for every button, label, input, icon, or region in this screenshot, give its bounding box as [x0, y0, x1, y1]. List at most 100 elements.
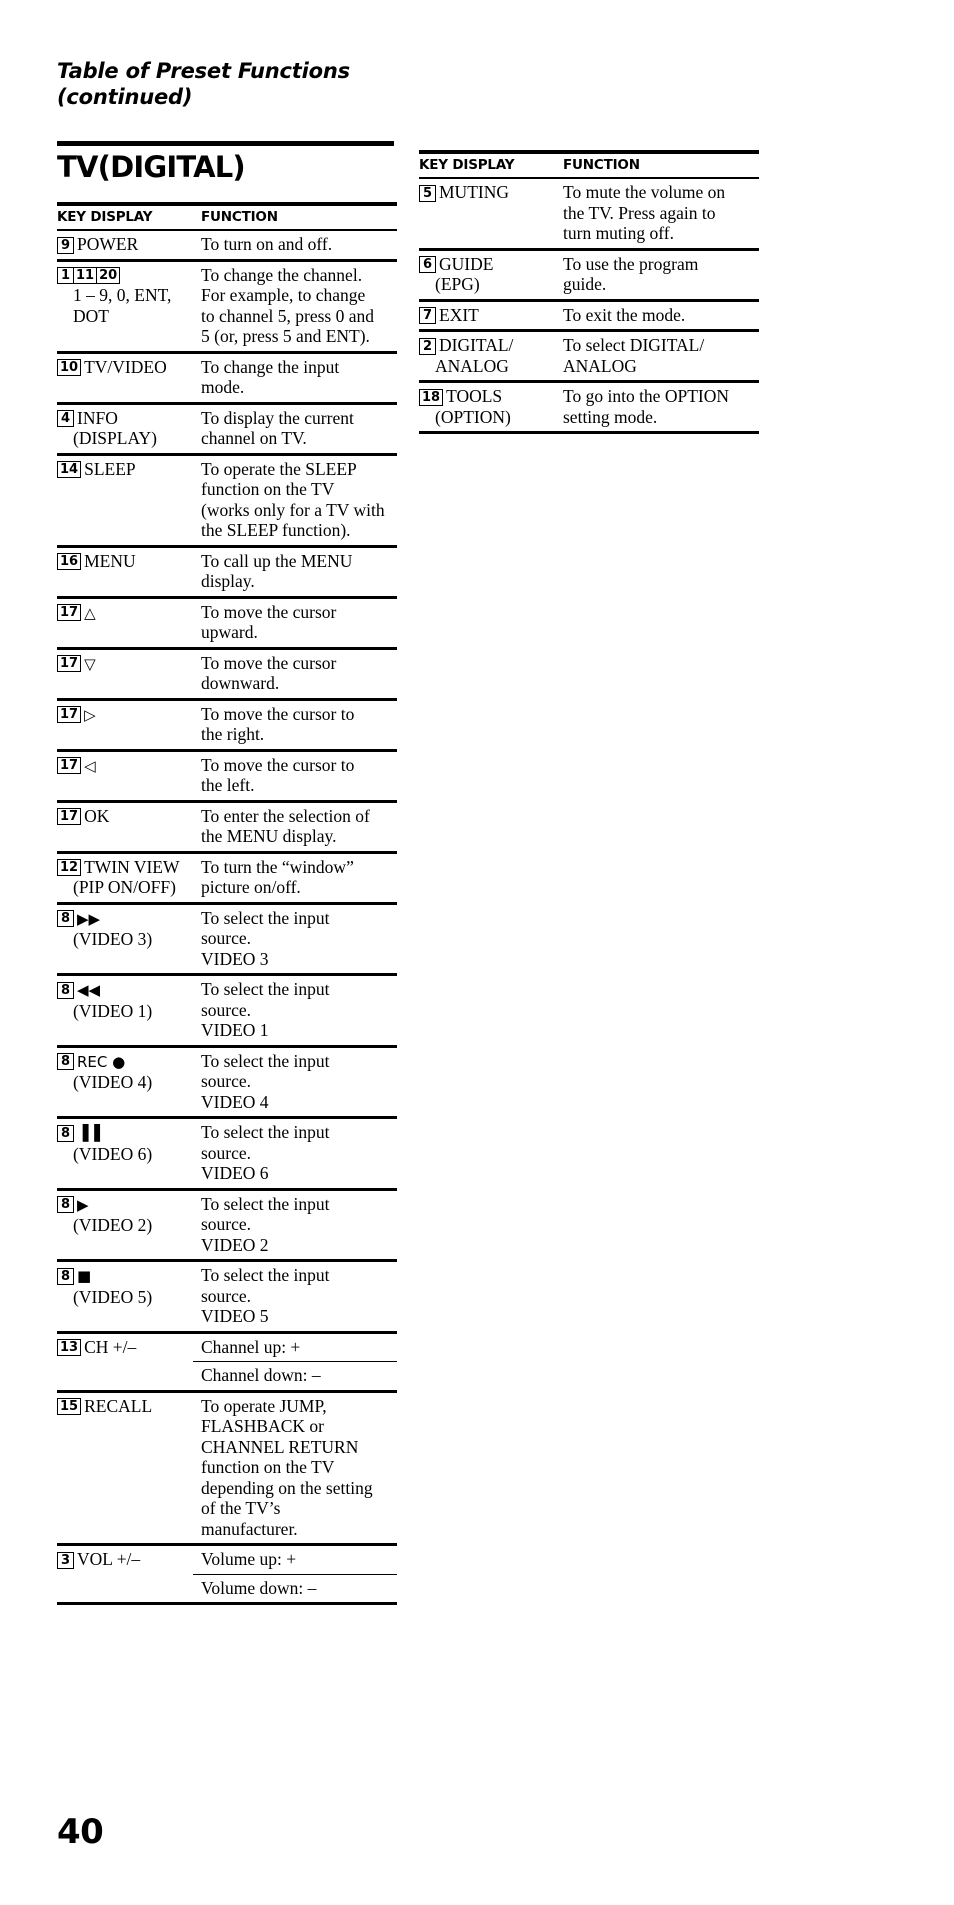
key-display-label: MENU — [84, 550, 136, 571]
function-cell: To select DIGITAL/ANALOG — [555, 330, 759, 383]
key-display-sublabel: DOT — [73, 305, 109, 326]
key-display-label: SLEEP — [84, 458, 136, 479]
function-line: Channel down: – — [201, 1365, 321, 1385]
function-line: source. — [201, 1285, 252, 1306]
function-line: To turn the “window” — [201, 856, 354, 877]
play-icon: ▶ — [77, 1195, 89, 1214]
key-display-label: TOOLS — [446, 386, 503, 406]
key-number-box: 17 — [57, 706, 82, 723]
key-number-box: 17 — [57, 604, 82, 621]
key-display-sublabel: ANALOG — [435, 355, 509, 376]
key-display-label: RECALL — [84, 1395, 153, 1416]
function-cell: To exit the mode. — [555, 300, 759, 332]
function-line: display. — [201, 571, 255, 591]
key-display-cell: 16 MENU — [57, 546, 193, 599]
column-header-key-display: KEY DISPLAY — [57, 202, 193, 231]
table-row: 8 ▶ (VIDEO 2) To select the input source. VID… — [57, 1189, 397, 1262]
table-row: 4 INFO (DISPLAY) To display the current chan… — [57, 403, 397, 456]
table-row: 6 GUIDE (EPG) To use the program guide. — [419, 249, 759, 302]
key-display-sublabel: (OPTION) — [435, 406, 511, 427]
table-row: 14 SLEEP To operate the SLEEP function on t… — [57, 454, 397, 548]
key-display-cell: 1 11 20 1 – 9, 0, ENT, DOT — [57, 260, 193, 354]
key-display-cell: 8 ▶▶ (VIDEO 3) — [57, 903, 193, 976]
key-number-box: 5 — [419, 184, 436, 202]
key-number-box: 12 — [57, 859, 82, 876]
key-display-label: GUIDE — [439, 253, 494, 274]
function-cell: To move the cursor to the right. — [193, 699, 397, 752]
function-line: For example, to change — [201, 285, 366, 305]
key-display-cell: 7 EXIT — [419, 300, 555, 332]
table-header-row: KEY DISPLAY FUNCTION — [419, 150, 759, 179]
function-line: To select the input — [201, 1193, 330, 1214]
table-row: 18 TOOLS (OPTION) To go into the OPTION sett… — [419, 381, 759, 434]
function-cell: To change the input mode. — [193, 352, 397, 405]
table-row: 8 ■ (VIDEO 5) To select the input source. VID… — [57, 1260, 397, 1334]
function-line: channel on TV. — [201, 428, 307, 448]
function-cell: To operate the SLEEP function on the TV (w… — [193, 454, 397, 548]
key-display-cell: 4 INFO (DISPLAY) — [57, 403, 193, 456]
key-display-cell: 8 ▐▐ (VIDEO 6) — [57, 1117, 193, 1191]
function-line: To change the input — [201, 356, 340, 377]
key-display-cell: 17 △ — [57, 597, 193, 650]
key-display-cell: 2 DIGITAL/ANALOG — [419, 330, 555, 383]
function-line: To display the current — [201, 407, 354, 428]
function-line: of the TV’s — [201, 1498, 281, 1518]
key-number-box: 9 — [57, 236, 74, 254]
table-row: 13 CH +/– Channel up: + — [57, 1332, 397, 1393]
function-line: To move the cursor — [201, 652, 337, 673]
key-number-box: 8 — [57, 1196, 74, 1213]
function-line: upward. — [201, 622, 258, 642]
table-row: 8 ▶▶ (VIDEO 3) To select the input source. VI… — [57, 903, 397, 976]
column-header-key-display: KEY DISPLAY — [419, 150, 555, 179]
key-number-box: 10 — [57, 359, 82, 376]
key-display-cell: 10 TV/VIDEO — [57, 352, 193, 405]
function-line: VIDEO 1 — [201, 1020, 269, 1040]
section-title: TV(DIGITAL) — [57, 150, 246, 184]
key-number-box: 7 — [419, 307, 436, 324]
function-line: To move the cursor to — [201, 754, 355, 775]
function-cell: To use the program guide. — [555, 249, 759, 302]
key-display-cell: 15 RECALL — [57, 1391, 193, 1546]
function-cell: To mute the volume on the TV. Press again… — [555, 178, 759, 251]
function-line: To select the input — [201, 979, 330, 999]
function-line: source. — [201, 1142, 252, 1163]
table-row: 2 DIGITAL/ANALOG To select DIGITAL/ANALOG — [419, 330, 759, 383]
function-line: the left. — [201, 775, 255, 795]
cursor-right-icon: ▷ — [84, 705, 96, 724]
function-cell: To turn the “window” picture on/off. — [193, 852, 397, 905]
function-line: To go into the OPTION — [563, 386, 729, 406]
function-cell: To enter the selection of the MENU displa… — [193, 801, 397, 854]
function-line: (works only for a TV with — [201, 499, 385, 520]
function-line: VIDEO 5 — [201, 1306, 269, 1326]
function-cell: To select the input source. VIDEO 1 — [193, 974, 397, 1048]
key-display-cell: 8 ▶ (VIDEO 2) — [57, 1189, 193, 1262]
function-line: To select the input — [201, 1122, 330, 1142]
right-column: KEY DISPLAY FUNCTION 5 MUTING To mute the … — [419, 150, 759, 434]
key-display-cell: 5 MUTING — [419, 178, 555, 251]
function-line: the TV. Press again to — [563, 202, 716, 223]
function-cell: To select the input source. VIDEO 4 — [193, 1046, 397, 1119]
function-cell: To select the input source. VIDEO 6 — [193, 1117, 397, 1191]
table-row: 17 △ To move the cursor upward. — [57, 597, 397, 650]
column-header-function: FUNCTION — [555, 150, 759, 179]
running-head-line1: Table of Preset Functions — [57, 59, 350, 83]
function-line: To select the input — [201, 907, 330, 928]
key-display-cell: 17 OK — [57, 801, 193, 854]
key-display-sublabel: (DISPLAY) — [73, 428, 157, 448]
key-display-cell: 17 ◁ — [57, 750, 193, 803]
function-line: function on the TV — [201, 479, 335, 499]
section-rule — [57, 141, 394, 146]
table-row: 17 ▽ To move the cursor downward. — [57, 648, 397, 701]
table-header-row: KEY DISPLAY FUNCTION — [57, 202, 397, 231]
table-row: 5 MUTING To mute the volume on the TV. Pres… — [419, 178, 759, 251]
function-cell: Channel up: + — [193, 1332, 397, 1362]
key-display-label: TWIN VIEW — [84, 856, 180, 877]
table-row: 3 VOL +/– Volume up: + — [57, 1544, 397, 1605]
function-line: downward. — [201, 673, 280, 693]
function-line: depending on the setting — [201, 1477, 373, 1498]
key-display-cell: 6 GUIDE (EPG) — [419, 249, 555, 302]
key-number-box: 16 — [57, 553, 82, 570]
key-number-box: 8 — [57, 981, 74, 999]
column-header-function: FUNCTION — [193, 202, 397, 231]
right-table-body: 5 MUTING To mute the volume on the TV. Pres… — [419, 178, 759, 434]
